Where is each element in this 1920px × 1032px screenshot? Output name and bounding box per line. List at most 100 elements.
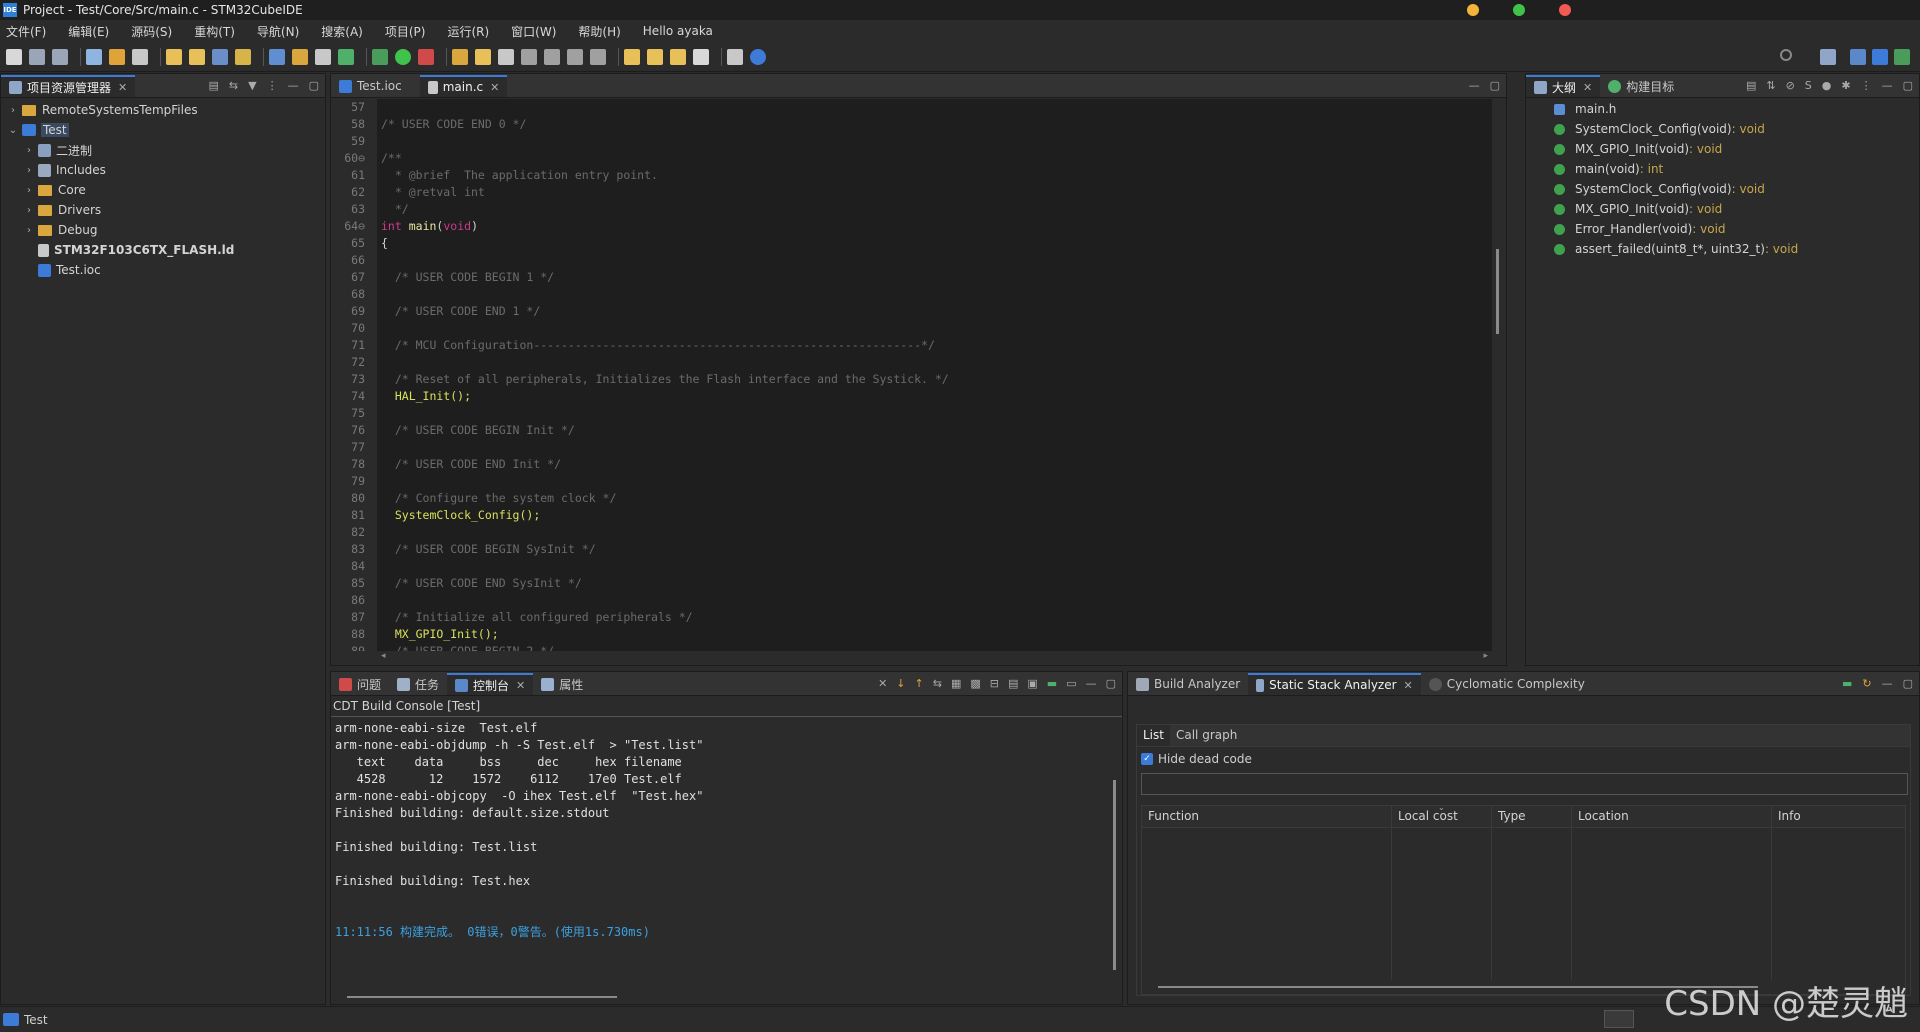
new-folder-icon[interactable] bbox=[292, 48, 308, 65]
code-line[interactable]: 70 bbox=[331, 320, 1492, 337]
minimize-icon[interactable]: — bbox=[1882, 79, 1893, 92]
tab-console[interactable]: 控制台 ✕ bbox=[447, 673, 534, 695]
new-file-icon[interactable] bbox=[315, 48, 331, 65]
code-line[interactable]: 75 bbox=[331, 405, 1492, 422]
close-icon[interactable]: ✕ bbox=[118, 81, 127, 94]
outline-item[interactable]: assert_failed(uint8_t*, uint32_t) : void bbox=[1526, 239, 1919, 259]
tree-item-linker-script[interactable]: STM32F103C6TX_FLASH.ld bbox=[1, 240, 325, 260]
clear-console-icon[interactable]: ✕ bbox=[878, 677, 887, 690]
tree-item-debug[interactable]: › Debug bbox=[1, 220, 325, 240]
hide-static-icon[interactable]: S bbox=[1805, 79, 1812, 92]
perspective-debug-icon[interactable] bbox=[1894, 49, 1910, 65]
code-line[interactable]: 62 * @retval int bbox=[331, 184, 1492, 201]
tab-problems[interactable]: 问题 bbox=[331, 673, 389, 695]
undo-icon[interactable] bbox=[166, 48, 182, 65]
tab-project-explorer[interactable]: 项目资源管理器 ✕ bbox=[1, 75, 136, 97]
open-console-icon[interactable]: ▬ bbox=[1047, 677, 1057, 690]
editor-horizontal-scrollbar[interactable]: ◂ ▸ bbox=[331, 651, 1492, 665]
column-location[interactable]: Location bbox=[1572, 806, 1772, 827]
analyzer-filter-input[interactable] bbox=[1141, 773, 1908, 795]
code-line[interactable]: 61 * @brief The application entry point. bbox=[331, 167, 1492, 184]
chevron-right-icon[interactable]: › bbox=[23, 205, 35, 216]
debug-run-icon[interactable] bbox=[372, 48, 388, 65]
new-icon[interactable] bbox=[6, 48, 22, 65]
tab-static-stack-analyzer[interactable]: Static Stack Analyzer ✕ bbox=[1248, 673, 1421, 695]
column-type[interactable]: Type bbox=[1492, 806, 1572, 827]
menu-search[interactable]: 搜索(A) bbox=[321, 23, 363, 40]
build-hammer-icon[interactable] bbox=[109, 48, 125, 65]
code-line[interactable]: 65 { bbox=[331, 235, 1492, 252]
console-horizontal-scrollbar[interactable] bbox=[331, 990, 1108, 1004]
collapse-all-icon[interactable]: ▤ bbox=[209, 79, 219, 92]
run-icon[interactable] bbox=[395, 48, 411, 65]
external-tools-icon[interactable] bbox=[418, 48, 434, 65]
perspective-cpp-icon[interactable] bbox=[1850, 49, 1866, 65]
view-menu-icon[interactable]: ⋮ bbox=[1861, 79, 1872, 92]
outline-item[interactable]: MX_GPIO_Init(void) : void bbox=[1526, 199, 1919, 219]
last-edit-icon[interactable] bbox=[624, 48, 640, 65]
save-icon[interactable] bbox=[29, 48, 45, 65]
code-line[interactable]: 69 /* USER CODE END 1 */ bbox=[331, 303, 1492, 320]
menu-navigate[interactable]: 导航(N) bbox=[257, 23, 299, 40]
terminal-icon[interactable] bbox=[727, 48, 743, 65]
chevron-right-icon[interactable]: › bbox=[23, 225, 35, 236]
save-all-icon[interactable] bbox=[52, 48, 68, 65]
pen-icon[interactable] bbox=[498, 48, 514, 65]
tab-outline[interactable]: 大纲 ✕ bbox=[1526, 75, 1601, 97]
column-info[interactable]: Info bbox=[1772, 806, 1905, 827]
code-line[interactable]: 88 MX_GPIO_Init(); bbox=[331, 626, 1492, 643]
close-icon[interactable]: ✕ bbox=[516, 679, 525, 692]
menu-source[interactable]: 源码(S) bbox=[131, 23, 172, 40]
block-select-icon[interactable] bbox=[544, 48, 560, 65]
scroll-up-icon[interactable]: ↑ bbox=[915, 677, 924, 690]
display-console-icon[interactable]: ▣ bbox=[1027, 677, 1037, 690]
maximize-icon[interactable]: ▢ bbox=[1106, 677, 1116, 690]
new-project-icon[interactable] bbox=[269, 48, 285, 65]
column-function[interactable]: Function bbox=[1142, 806, 1392, 827]
tab-main-c[interactable]: main.c ✕ bbox=[419, 75, 508, 97]
menu-hello-ayaka[interactable]: Hello ayaka bbox=[643, 24, 713, 38]
copy-console-icon[interactable]: ▤ bbox=[1008, 677, 1018, 690]
code-line[interactable]: 66 bbox=[331, 252, 1492, 269]
code-line[interactable]: 83 /* USER CODE BEGIN SysInit */ bbox=[331, 541, 1492, 558]
hide-nonpublic-icon[interactable]: ● bbox=[1822, 79, 1832, 92]
status-progress-icon[interactable] bbox=[1604, 1010, 1634, 1028]
debug-icon[interactable] bbox=[235, 48, 251, 65]
code-line[interactable]: 73 /* Reset of all peripherals, Initiali… bbox=[331, 371, 1492, 388]
scrollbar-thumb[interactable] bbox=[1113, 780, 1116, 970]
chevron-right-icon[interactable]: › bbox=[7, 105, 19, 116]
tree-item-test-project[interactable]: ⌄ Test bbox=[1, 120, 325, 140]
word-wrap-icon[interactable]: ▦ bbox=[951, 677, 961, 690]
minimize-icon[interactable]: — bbox=[288, 79, 299, 92]
minimize-icon[interactable]: — bbox=[1882, 677, 1893, 690]
export-icon[interactable]: ▬ bbox=[1842, 677, 1852, 690]
minimize-icon[interactable]: — bbox=[1086, 677, 1097, 690]
code-line[interactable]: 68 bbox=[331, 286, 1492, 303]
chevron-right-icon[interactable]: › bbox=[23, 185, 35, 196]
perspective-mx-icon[interactable] bbox=[1872, 49, 1888, 65]
code-line[interactable]: 84 bbox=[331, 558, 1492, 575]
scroll-lock-icon[interactable]: ⇆ bbox=[933, 677, 942, 690]
code-line[interactable]: 63 */ bbox=[331, 201, 1492, 218]
settings-icon[interactable] bbox=[86, 48, 102, 65]
open-type-icon[interactable] bbox=[212, 48, 228, 65]
new-console-icon[interactable]: ▭ bbox=[1066, 677, 1076, 690]
tree-item-drivers[interactable]: › Drivers bbox=[1, 200, 325, 220]
group-includes-icon[interactable]: ✱ bbox=[1841, 79, 1850, 92]
show-whitespace-icon[interactable] bbox=[567, 48, 583, 65]
open-folder-icon[interactable] bbox=[452, 48, 468, 65]
minimize-icon[interactable]: — bbox=[1469, 79, 1480, 92]
minimize-window-button[interactable] bbox=[1467, 4, 1479, 16]
outline-item[interactable]: main.h bbox=[1526, 99, 1919, 119]
close-icon[interactable]: ✕ bbox=[1404, 679, 1413, 692]
outline-item[interactable]: Error_Handler(void) : void bbox=[1526, 219, 1919, 239]
code-editor[interactable]: 57 58 /* USER CODE END 0 */ 59 60⊖ /** 61 * @b… bbox=[331, 99, 1492, 651]
info-icon[interactable] bbox=[750, 48, 766, 65]
menu-help[interactable]: 帮助(H) bbox=[578, 23, 620, 40]
menu-file[interactable]: 文件(F) bbox=[6, 23, 46, 40]
filter-icon[interactable]: ▼ bbox=[248, 79, 256, 92]
outline-item[interactable]: main(void) : int bbox=[1526, 159, 1919, 179]
menu-project[interactable]: 项目(P) bbox=[385, 23, 426, 40]
chevron-right-icon[interactable]: › bbox=[23, 165, 35, 176]
forward-arrow-icon[interactable] bbox=[670, 48, 686, 65]
